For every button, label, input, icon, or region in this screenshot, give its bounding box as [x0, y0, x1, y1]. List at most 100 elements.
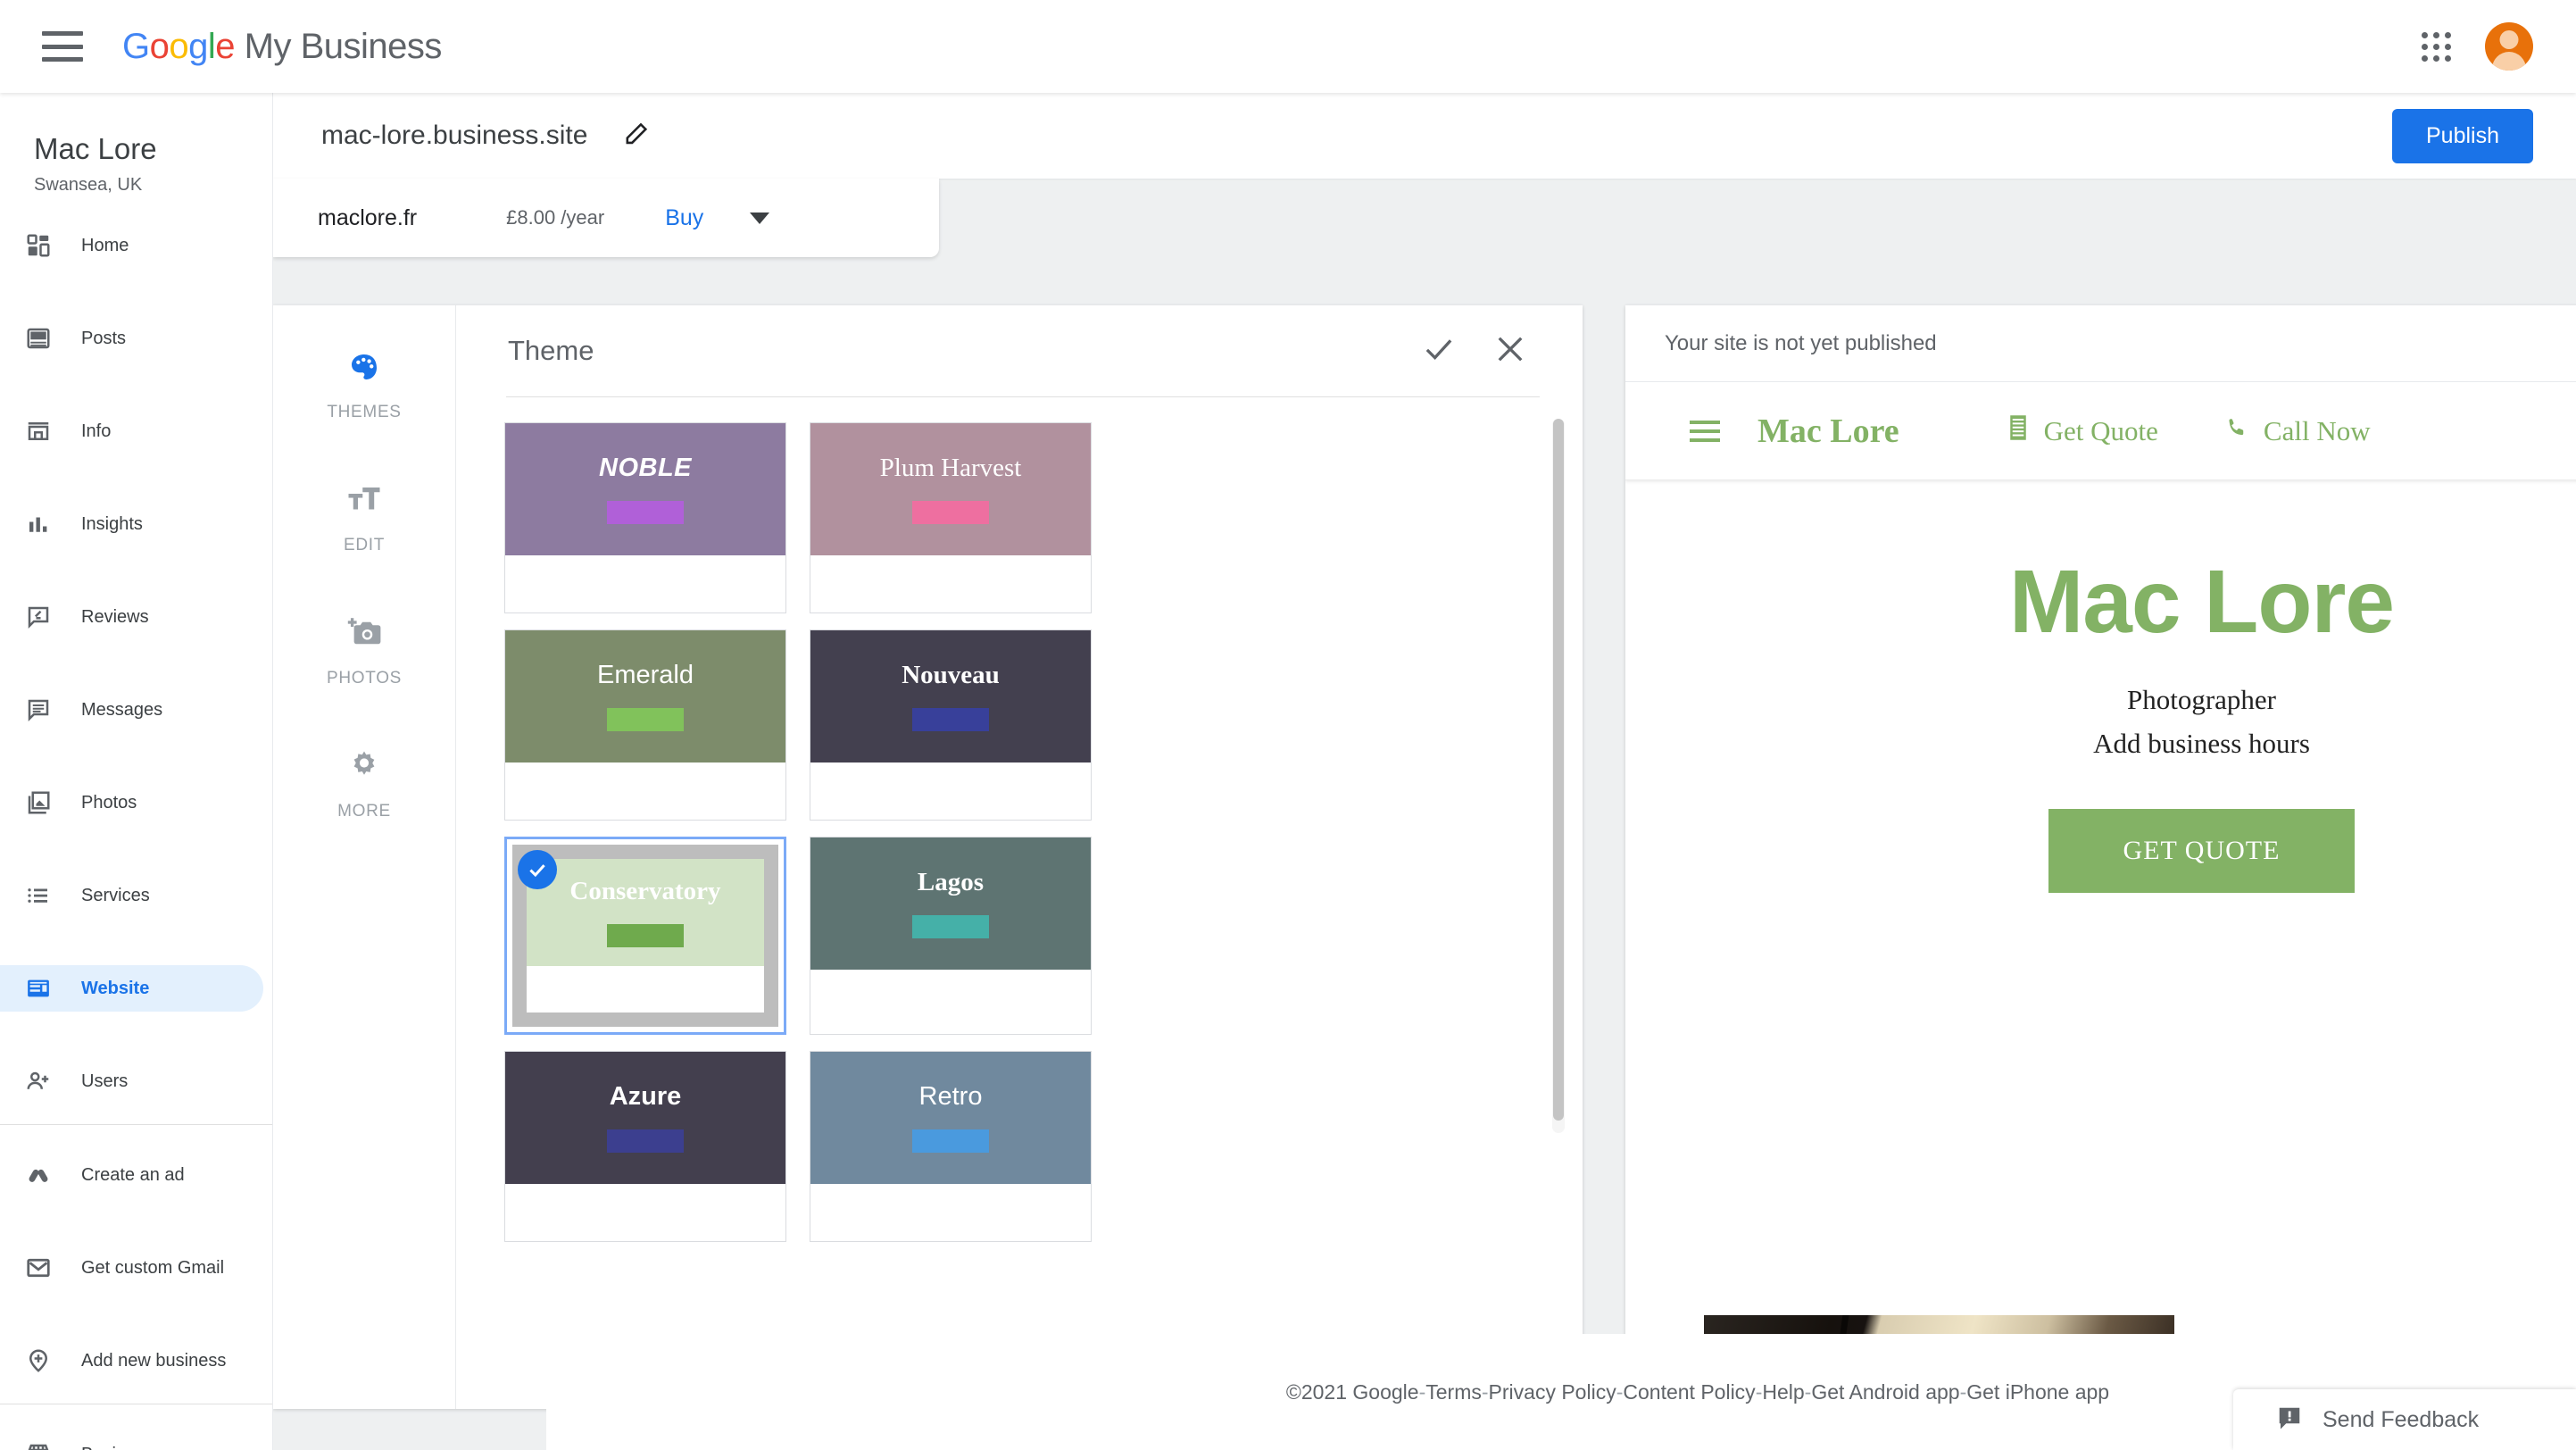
theme-accent-bar — [607, 707, 684, 731]
add-user-icon — [21, 1064, 55, 1098]
footer-link-content-policy[interactable]: Content Policy — [1623, 1380, 1755, 1404]
preview-get-quote-cta[interactable]: GET QUOTE — [2048, 808, 2356, 893]
website-icon — [21, 971, 55, 1005]
sidebar-item-label: Photos — [81, 792, 137, 812]
check-icon[interactable] — [1420, 330, 1458, 372]
domain-price: £8.00 /year — [506, 206, 605, 229]
theme-accent-bar — [607, 1129, 684, 1153]
preview-nav-label: Call Now — [2263, 414, 2371, 446]
site-preview-body: Mac Lore Get Quote Call Now Mac Lore Pho… — [1625, 382, 2576, 1409]
storefront-icon — [21, 414, 55, 448]
top-app-bar: Google My Business — [0, 0, 2576, 93]
theme-accent-bar — [912, 707, 989, 731]
send-feedback-button[interactable]: Send Feedback — [2233, 1389, 2576, 1450]
hamburger-menu-icon[interactable] — [42, 31, 83, 62]
buy-domain-button[interactable]: Buy — [665, 205, 703, 231]
rail-item-label: EDIT — [343, 536, 386, 554]
apps-grid-icon[interactable] — [2422, 31, 2451, 62]
rail-item-more[interactable]: MORE — [273, 747, 455, 821]
footer-link-privacy-policy[interactable]: Privacy Policy — [1489, 1380, 1616, 1404]
rail-item-themes[interactable]: THEMES — [273, 348, 455, 422]
sidebar-item-label: Website — [81, 978, 150, 998]
sidebar-item-get-custom-gmail[interactable]: Get custom Gmail — [0, 1245, 263, 1291]
chevron-down-icon[interactable] — [750, 212, 770, 224]
theme-card-emerald[interactable]: Emerald — [504, 629, 786, 821]
sidebar-item-add-new-business[interactable]: Add new business — [0, 1338, 263, 1384]
rail-item-photos[interactable]: PHOTOS — [273, 614, 455, 688]
hamburger-menu-icon[interactable] — [1690, 420, 1720, 442]
storefront-icon — [21, 1438, 55, 1450]
theme-accent-bar — [912, 500, 989, 524]
theme-card-footer — [810, 555, 1091, 612]
theme-card-footer — [810, 970, 1091, 1027]
sidebar-item-info[interactable]: Info — [0, 408, 263, 454]
sidebar-item-posts[interactable]: Posts — [0, 315, 263, 362]
site-url-text: mac-lore.business.site — [321, 121, 588, 150]
preview-hero: Mac Lore Photographer Add business hours… — [1625, 480, 2576, 893]
theme-name: Retro — [918, 1082, 983, 1112]
sidebar-item-insights[interactable]: Insights — [0, 501, 263, 547]
sidebar-item-label: Users — [81, 1071, 129, 1091]
preview-nav-call-now[interactable]: Call Now — [2224, 415, 2371, 447]
rail-item-edit[interactable]: EDIT — [273, 481, 455, 555]
sidebar-item-label: Get custom Gmail — [81, 1257, 225, 1278]
theme-card-nouveau[interactable]: Nouveau — [810, 629, 1092, 821]
account-avatar[interactable] — [2485, 22, 2533, 71]
sidebar-item-label: Businesses — [81, 1445, 172, 1450]
gear-icon — [345, 747, 383, 789]
theme-card-noble[interactable]: NOBLE — [504, 422, 786, 613]
add-location-icon — [21, 1344, 55, 1378]
preview-nav-label: Get Quote — [2043, 414, 2158, 446]
theme-pane-scrollbar[interactable] — [1552, 419, 1565, 1133]
topbar-actions — [2422, 22, 2533, 71]
footer-copyright: ©2021 Google — [1285, 1379, 1419, 1404]
footer-separator: - — [1959, 1379, 1967, 1404]
pencil-edit-icon[interactable] — [621, 119, 652, 154]
theme-card-lagos[interactable]: Lagos — [810, 837, 1092, 1035]
palette-icon — [345, 348, 383, 390]
theme-swatch: NOBLE — [505, 423, 785, 555]
sidebar-item-messages[interactable]: Messages — [0, 687, 263, 733]
footer-separator: - — [1481, 1379, 1489, 1404]
theme-card-footer — [810, 762, 1091, 820]
sidebar-item-businesses[interactable]: Businesses — [0, 1431, 263, 1450]
quote-document-icon — [2007, 414, 2030, 448]
close-x-icon[interactable] — [1492, 330, 1529, 372]
footer-link-help[interactable]: Help — [1762, 1380, 1804, 1404]
footer-link-get-android-app[interactable]: Get Android app — [1811, 1380, 1959, 1404]
theme-card-conservatory[interactable]: Conservatory — [504, 837, 786, 1035]
sidebar-item-website[interactable]: Website — [0, 965, 263, 1012]
feedback-icon — [2276, 1404, 2303, 1436]
scrollbar-thumb[interactable] — [1553, 419, 1564, 1121]
sidebar-item-create-an-ad[interactable]: Create an ad — [0, 1152, 263, 1198]
theme-card-retro[interactable]: Retro — [810, 1051, 1092, 1242]
sidebar-item-services[interactable]: Services — [0, 872, 263, 919]
preview-site-nav: Mac Lore Get Quote Call Now — [1625, 382, 2576, 480]
message-icon — [21, 693, 55, 727]
footer-links: ©2021 Google - Terms - Privacy Policy - … — [1286, 1380, 2109, 1404]
footer-separator: - — [1418, 1379, 1426, 1404]
preview-nav-get-quote[interactable]: Get Quote — [2007, 414, 2158, 448]
sidebar-item-home[interactable]: Home — [0, 222, 263, 269]
publish-button[interactable]: Publish — [2392, 108, 2533, 163]
sidebar-item-users[interactable]: Users — [0, 1058, 263, 1104]
preview-hero-title: Mac Lore — [2008, 552, 2395, 652]
theme-swatch: Azure — [505, 1052, 785, 1184]
review-pencil-icon — [21, 600, 55, 634]
theme-card-azure[interactable]: Azure — [504, 1051, 786, 1242]
footer-link-get-iphone-app[interactable]: Get iPhone app — [1966, 1380, 2109, 1404]
home-dashboard-icon — [21, 229, 55, 262]
sidebar-item-label: Add new business — [81, 1350, 227, 1371]
sidebar-item-photos[interactable]: Photos — [0, 779, 263, 826]
theme-card-plum-harvest[interactable]: Plum Harvest — [810, 422, 1092, 613]
sidebar-item-reviews[interactable]: Reviews — [0, 594, 263, 640]
theme-swatch: Retro — [810, 1052, 1091, 1184]
gmail-icon — [21, 1251, 55, 1285]
footer-link-terms[interactable]: Terms — [1425, 1380, 1482, 1404]
